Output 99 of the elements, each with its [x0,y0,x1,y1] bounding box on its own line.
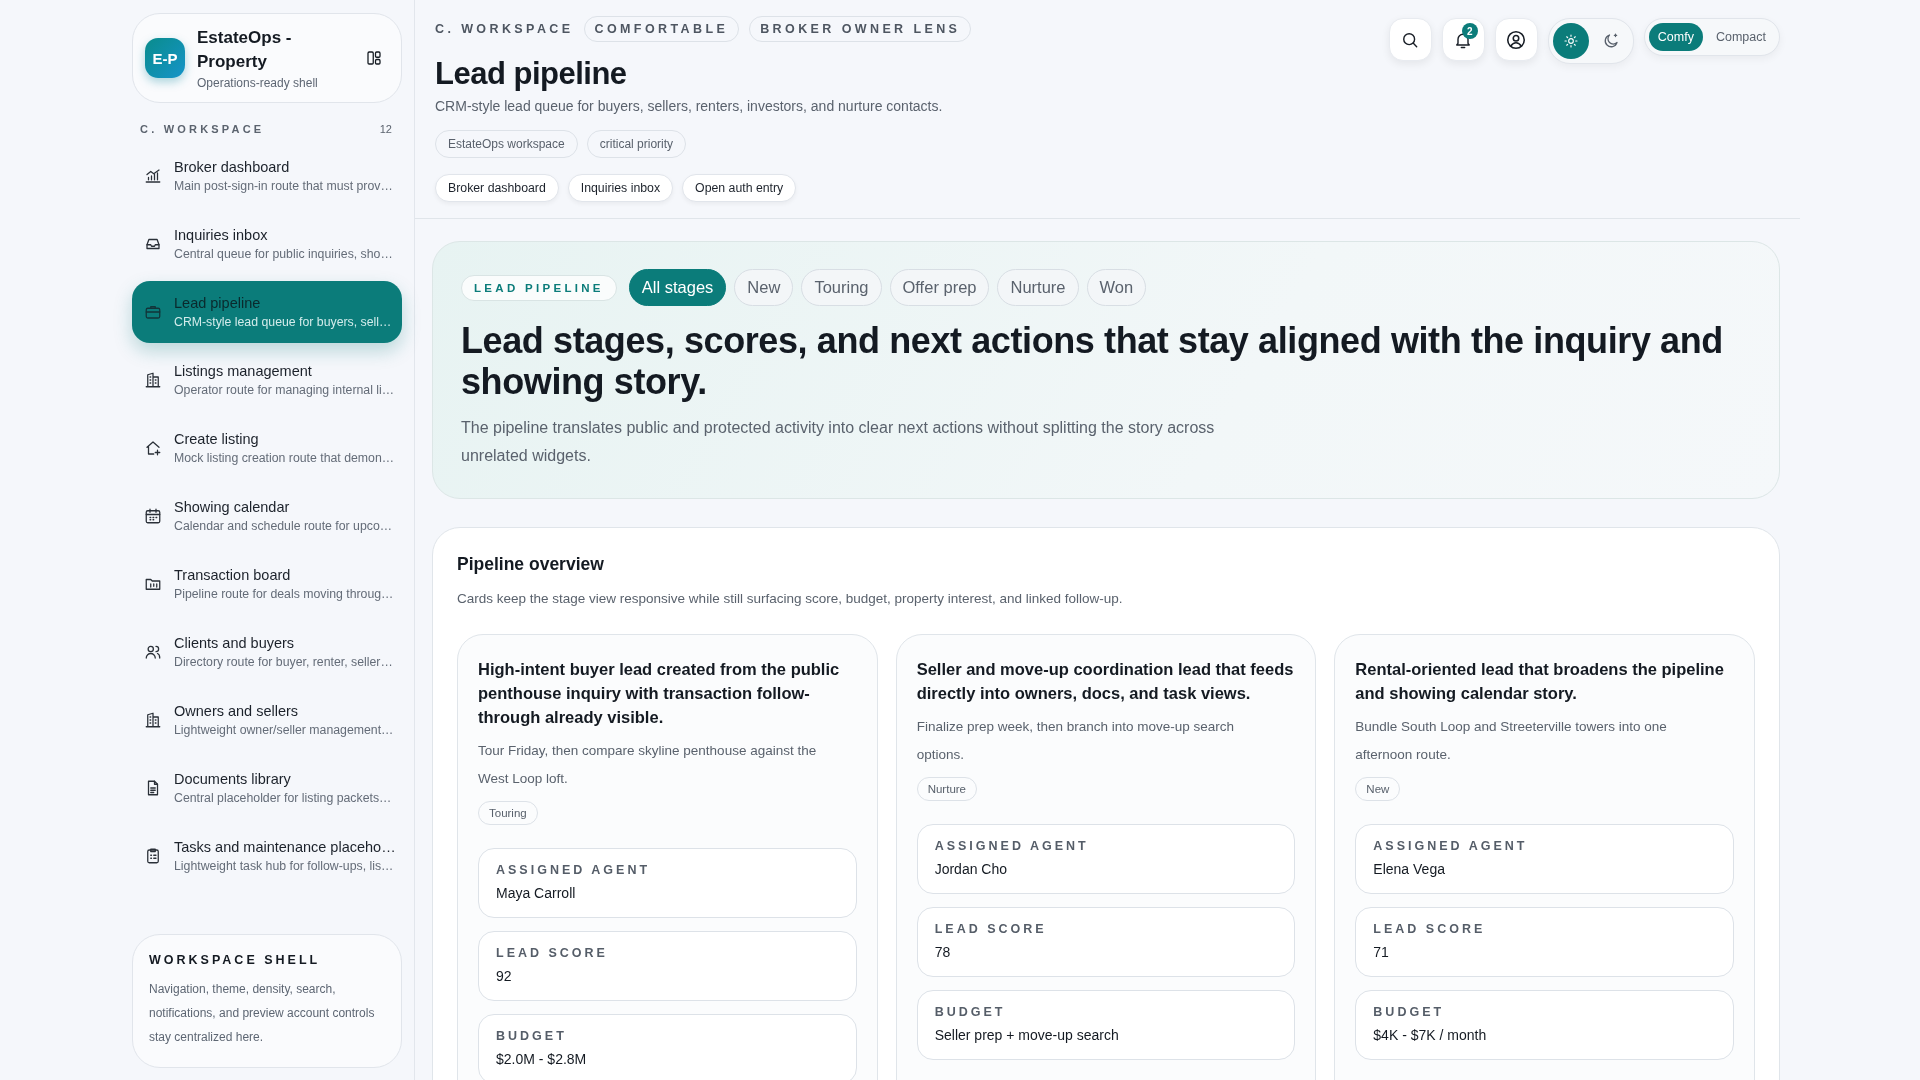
sidebar-item[interactable]: Clients and buyers Directory route for buyer, renter, seller… [132,621,402,683]
sidebar-item[interactable]: Tasks and maintenance placeho… Lightweight task hub for follow-ups, lis… [132,825,402,887]
item-count: 12 [379,123,392,135]
field-value: $4K - $7K / month [1373,1027,1488,1043]
quick-link[interactable]: Open auth entry [682,174,797,202]
item-description: Central placeholder for listing packets… [174,791,392,805]
breadcrumb: C. WORKSPACE [435,22,574,36]
lead-note: Bundle South Loop and Streeterville towers into one afternoon route. [1355,718,1668,764]
item-description: Central queue for public inquiries, sho… [174,247,393,261]
item-description: Pipeline route for deals moving throug… [174,587,394,601]
stage-filter[interactable]: New [734,269,794,306]
density-option[interactable]: Comfy [1648,23,1703,51]
section-label: C. WORKSPACE [140,123,265,135]
item-description: CRM-style lead queue for buyers, sell… [174,315,392,329]
hero-headline: Lead stages, scores, and next actions that stay aligned with the inquiry and showing story. [461,320,1724,402]
house-plus-icon [144,439,162,457]
field-value: Elena Vega [1373,861,1446,877]
card-title: WORKSPACE SHELL [149,953,322,967]
lead-title: High-intent buyer lead created from the public penthouse inquiry with transaction follow-through already visible. [478,659,841,728]
item-title: Owners and sellers [174,703,300,719]
item-description: Main post-sign-in route that must prov… [174,179,393,193]
item-title: Documents library [174,771,292,787]
hero-text: The pipeline translates public and protected activity into clear next actions without splitting the story across unrelated widgets. [461,418,1216,466]
item-title: Tasks and maintenance placeho… [174,839,396,855]
item-title: Lead pipeline [174,295,262,311]
building-icon [144,711,162,729]
account-button[interactable] [1494,18,1538,61]
stage-filter[interactable]: All stages [628,269,727,306]
panel-title: Pipeline overview [457,554,605,575]
sidebar-item[interactable]: Lead pipeline CRM-style lead queue for buyers, sell… [132,281,402,343]
sidebar-item[interactable]: Transaction board Pipeline route for deals moving throug… [132,553,402,615]
sun-icon [1562,33,1579,49]
item-title: Inquiries inbox [174,227,269,243]
item-description: Directory route for buyer, renter, seller… [174,655,393,669]
section-badge: LEAD PIPELINE [461,274,617,301]
user-icon [1505,28,1528,51]
field-value: 92 [496,968,513,984]
building-icon [144,371,162,389]
lead-title: Rental-oriented lead that broadens the pipeline and showing calendar story. [1355,659,1725,704]
stage-filter[interactable]: Offer prep [889,269,990,306]
page-title: Lead pipeline [435,56,628,92]
stage-filter[interactable]: Nurture [997,269,1079,306]
field-value: $2.0M - $2.8M [496,1051,588,1067]
logo-badge: E-P [145,38,185,78]
item-description: Mock listing creation route that demon… [174,451,395,465]
lead-title: Seller and move-up coordination lead that feeds directly into owners, docs, and task views. [916,659,1295,704]
briefcase-icon [144,303,162,321]
search-button[interactable] [1388,18,1432,61]
item-title: Broker dashboard [174,159,291,175]
sidebar-item[interactable]: Documents library Central placeholder for listing packets… [132,757,402,819]
field-label: ASSIGNED AGENT [1373,839,1529,853]
calendar-icon [144,507,162,525]
item-title: Showing calendar [174,499,291,515]
field-label: ASSIGNED AGENT [496,863,652,877]
sidebar-item[interactable]: Owners and sellers Lightweight owner/seller management… [132,689,402,751]
brand-name: EstateOps - Property [197,27,293,73]
field-label: LEAD SCORE [496,946,609,960]
brand-subtitle: Operations-ready shell [197,76,319,90]
density-option[interactable]: Compact [1706,23,1775,51]
sidebar-item[interactable]: Listings management Operator route for managing internal li… [132,349,402,411]
quick-link[interactable]: Inquiries inbox [567,174,674,202]
item-title: Create listing [174,431,260,447]
sidebar-item[interactable]: Inquiries inbox Central queue for public inquiries, sho… [132,213,402,275]
item-title: Transaction board [174,567,292,583]
card-text: Navigation, theme, density, search, notifications, and preview account controls stay centralized here. [149,981,376,1046]
item-title: Listings management [174,363,313,379]
quick-link[interactable]: Broker dashboard [435,174,559,202]
field-label: LEAD SCORE [934,922,1048,936]
lead-note: Tour Friday, then compare skyline penthouse against the West Loop loft. [478,742,818,788]
notification-count: 2 [1461,23,1478,39]
theme-option[interactable] [1552,23,1589,59]
stage-filter[interactable]: Touring [801,269,882,306]
field-label: BUDGET [1373,1005,1446,1019]
field-value: Maya Carroll [496,885,577,901]
field-value: 71 [1373,944,1390,960]
item-description: Lightweight task hub for follow-ups, lis… [174,859,395,873]
field-value: Seller prep + move-up search [934,1027,1120,1043]
panel-description: Cards keep the stage view responsive while still surfacing score, budget, property interest, and linked follow-up. [457,591,1124,606]
stage-filter[interactable]: Won [1086,269,1147,306]
field-label: BUDGET [934,1005,1007,1019]
layout-icon [365,49,383,67]
lead-note: Finalize prep week, then branch into move-up search options. [916,718,1236,764]
field-label: LEAD SCORE [1373,922,1487,936]
field-value: 78 [934,944,952,960]
field-label: ASSIGNED AGENT [934,839,1090,853]
field-value: Jordan Cho [934,861,1009,877]
item-description: Operator route for managing internal li… [174,383,395,397]
sidebar-item[interactable]: Create listing Mock listing creation route that demon… [132,417,402,479]
sidebar-item[interactable]: Broker dashboard Main post-sign-in route that must prov… [132,145,402,207]
notifications-button[interactable]: 2 [1441,18,1485,61]
field-label: BUDGET [496,1029,568,1043]
item-description: Calendar and schedule route for upco… [174,519,393,533]
item-description: Lightweight owner/seller management… [174,723,394,737]
clipboard-icon [144,847,162,865]
sidebar-item[interactable]: Showing calendar Calendar and schedule route for upco… [132,485,402,547]
item-title: Clients and buyers [174,635,296,651]
users-icon [144,643,162,661]
page-subtitle: CRM-style lead queue for buyers, sellers, renters, investors, and nurture contacts. [435,98,944,114]
chart-icon [144,167,162,185]
